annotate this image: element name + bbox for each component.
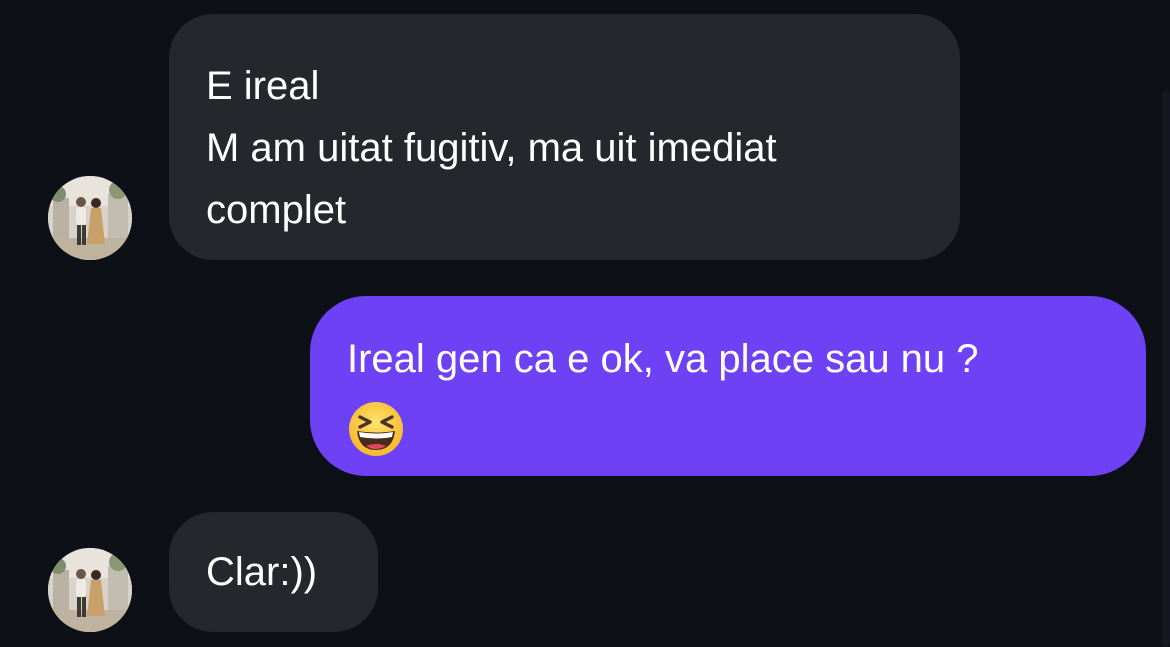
avatar[interactable]	[48, 176, 132, 260]
avatar-photo-icon	[48, 548, 132, 632]
avatar[interactable]	[48, 548, 132, 632]
chat-thread: E ireal M am uitat fugitiv, ma uit imedi…	[0, 0, 1170, 647]
outgoing-message-bubble[interactable]: Ireal gen ca e ok, va place sau nu ?	[310, 296, 1146, 476]
message-text-line: Clar:))	[206, 550, 318, 594]
message-text-line: M am uitat fugitiv, ma uit imediat	[206, 126, 777, 170]
message-text-line: complet	[206, 188, 347, 232]
incoming-message-bubble[interactable]: Clar:))	[169, 512, 378, 632]
incoming-message-bubble[interactable]: E ireal M am uitat fugitiv, ma uit imedi…	[169, 14, 960, 260]
grinning-squinting-face-icon	[347, 400, 405, 458]
message-text-line: E ireal	[206, 64, 320, 108]
scrollbar[interactable]	[1162, 90, 1170, 647]
message-text-line: Ireal gen ca e ok, va place sau nu ?	[347, 337, 979, 381]
avatar-photo-icon	[48, 176, 132, 260]
